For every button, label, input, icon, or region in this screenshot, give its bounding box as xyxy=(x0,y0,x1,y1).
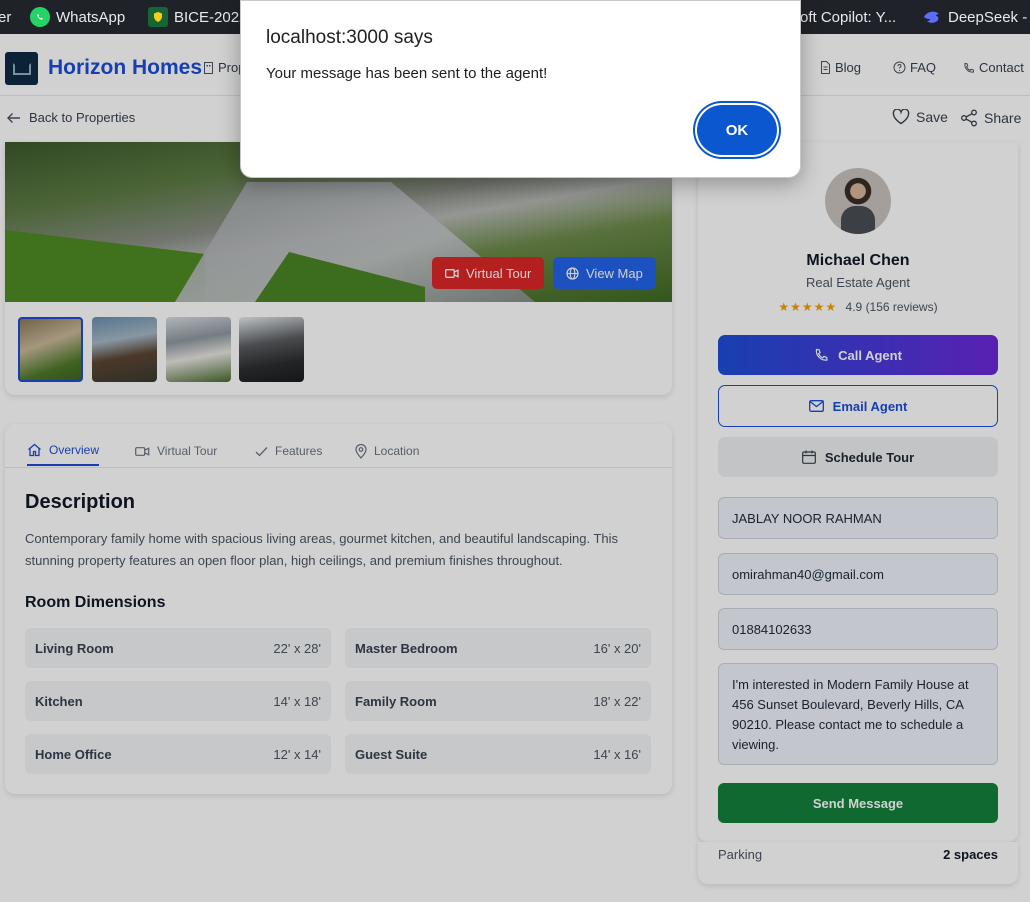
bookmark-label: oft Copilot: Y... xyxy=(800,8,897,26)
bookmark-copilot[interactable]: oft Copilot: Y... xyxy=(800,0,896,34)
dialog-message: Your message has been sent to the agent! xyxy=(266,65,548,82)
whatsapp-icon xyxy=(30,7,50,27)
shield-icon xyxy=(148,7,168,27)
dialog-title: localhost:3000 says xyxy=(266,27,433,48)
bookmark-item[interactable]: er xyxy=(0,0,11,34)
bookmark-whatsapp[interactable]: WhatsApp xyxy=(30,0,125,34)
deepseek-icon xyxy=(922,7,942,27)
bookmark-label: er xyxy=(0,8,12,26)
alert-dialog: localhost:3000 says Your message has bee… xyxy=(240,0,801,178)
bookmark-label: DeepSeek - xyxy=(948,8,1028,26)
bookmark-label: WhatsApp xyxy=(56,8,126,26)
bookmark-bice[interactable]: BICE-2022 xyxy=(148,0,247,34)
ok-button[interactable]: OK xyxy=(697,105,777,155)
bookmark-label: BICE-2022 xyxy=(174,8,248,26)
bookmark-deepseek[interactable]: DeepSeek - xyxy=(922,0,1027,34)
